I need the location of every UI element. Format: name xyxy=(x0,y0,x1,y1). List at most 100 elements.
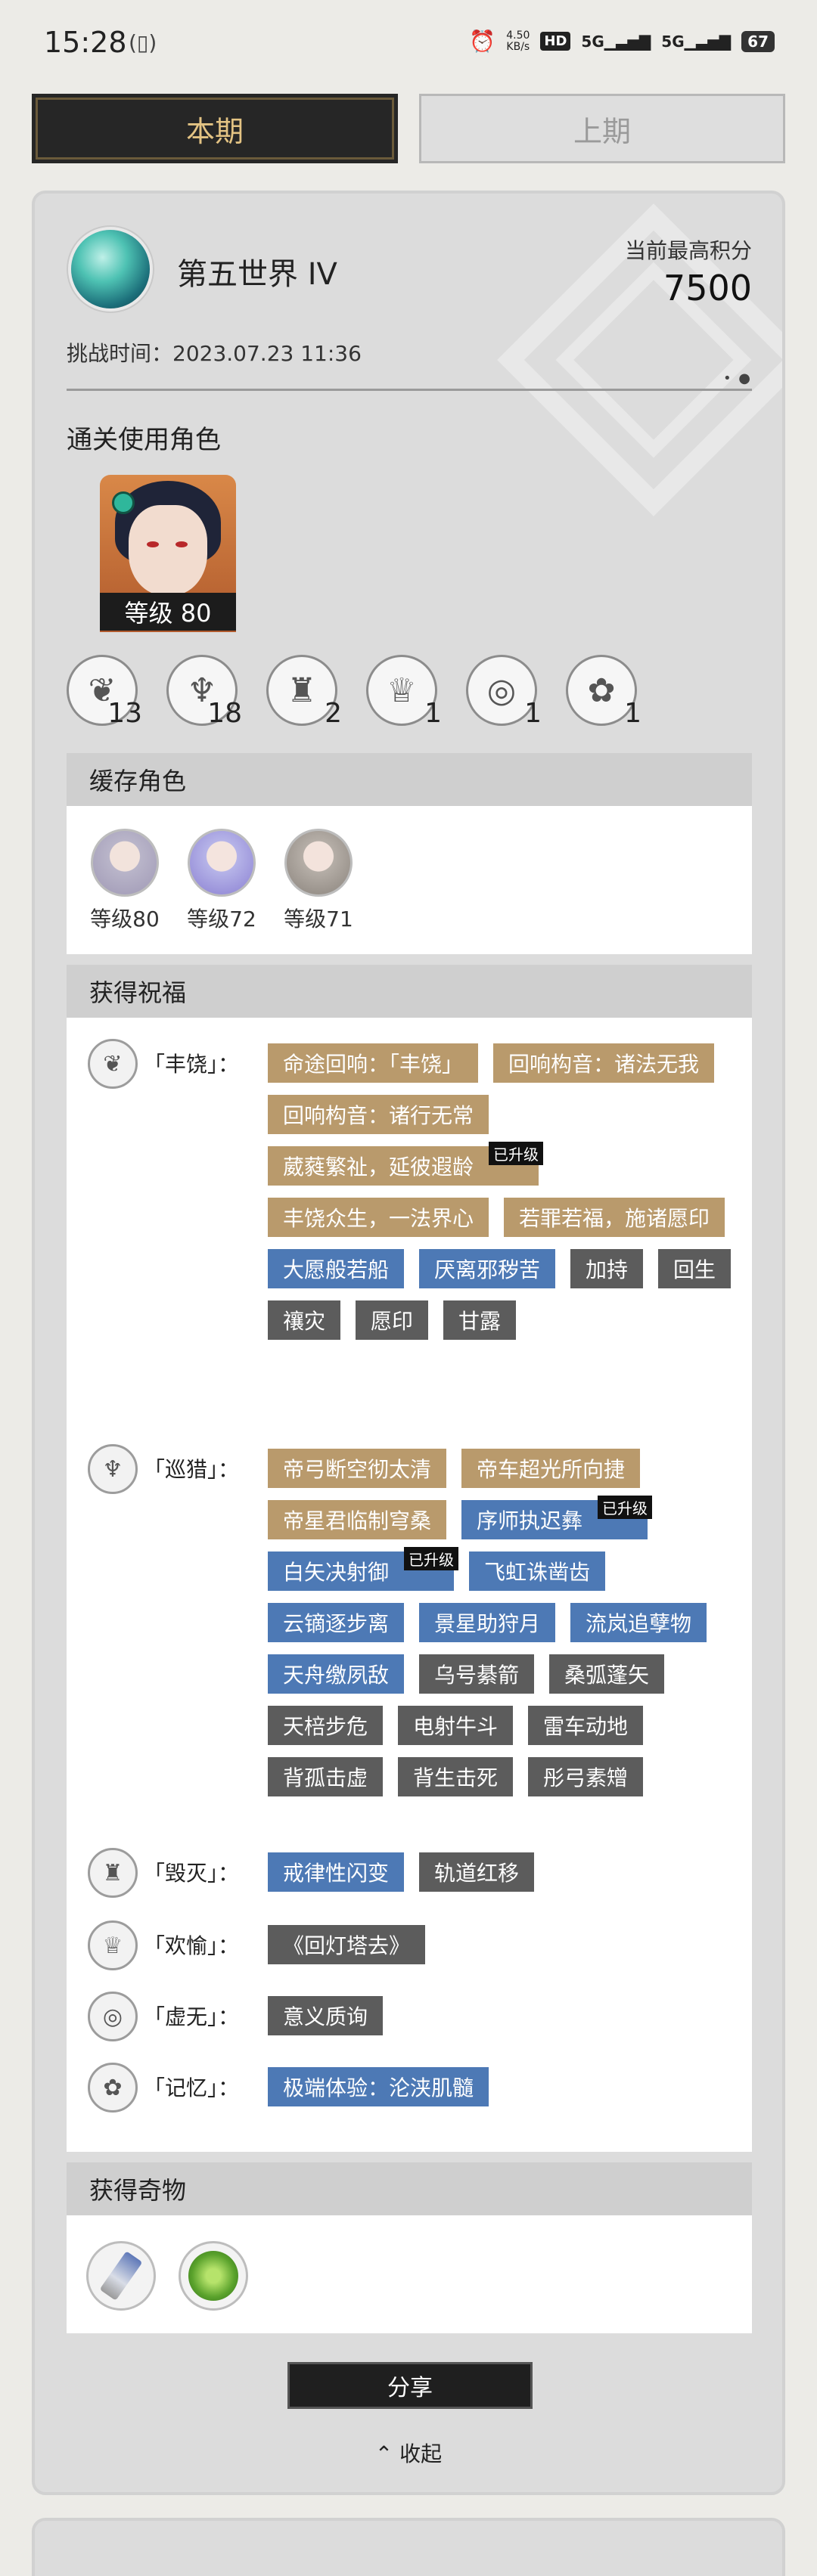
curio-item[interactable] xyxy=(179,2241,248,2311)
portrait-eye xyxy=(176,541,188,547)
blessing-chip[interactable]: 若罪若福，施诸愿印 xyxy=(504,1198,725,1237)
blessing-chip[interactable]: 加持 xyxy=(570,1249,644,1288)
blessing-chip[interactable]: 流岚追孽物 xyxy=(570,1603,707,1642)
cached-level: 等级80 xyxy=(90,907,160,932)
leaf-icon xyxy=(188,2251,238,2301)
blessing-chip-label: 帝弓断空彻太清 xyxy=(283,1457,432,1482)
blessing-chip[interactable]: 回响构音：诸行无常 xyxy=(268,1095,489,1134)
upgraded-badge: 已升级 xyxy=(598,1496,653,1519)
tab-previous-period[interactable]: 上期 xyxy=(419,94,785,163)
chevron-up-icon: ⌃ xyxy=(374,2441,400,2466)
tab-current-period[interactable]: 本期 xyxy=(32,94,398,163)
blessing-chip-label: 葳蕤繁祉，延彼遐龄 xyxy=(283,1155,474,1180)
page-dots: • ● xyxy=(722,370,752,386)
avatar xyxy=(91,829,159,897)
blessing-chip[interactable]: 极端体验：沦浃肌髓 xyxy=(268,2067,489,2106)
score-label: 当前最高积分 xyxy=(624,238,752,263)
blessing-chip-label: 大愿般若船 xyxy=(283,1257,390,1282)
blessing-chip-label: 回响构音：诸法无我 xyxy=(508,1052,700,1077)
record-card: 第五世界 IV 当前最高积分 7500 挑战时间：2023.07.23 11:3… xyxy=(32,191,785,2495)
blessing-chip[interactable]: 厌离邪秽苦 xyxy=(419,1249,556,1288)
blessing-chip[interactable]: 禳灾 xyxy=(268,1300,341,1340)
character-level: 等级 80 xyxy=(100,593,236,631)
path-hunt: ♆ 18 xyxy=(166,655,242,729)
cached-character[interactable]: 等级71 xyxy=(278,829,359,933)
cached-character[interactable]: 等级80 xyxy=(85,829,165,933)
blessing-chip-list: 意义质询 xyxy=(268,1996,737,2035)
blessing-chip-label: 帝车超光所向捷 xyxy=(477,1457,626,1482)
blessing-chip[interactable]: 帝弓断空彻太清 xyxy=(268,1449,447,1488)
blessing-chip[interactable]: 天棓步危 xyxy=(268,1706,384,1745)
path-remembrance: ✿ 1 xyxy=(566,655,641,729)
cached-characters-header: 缓存角色 xyxy=(67,753,752,806)
cached-level: 等级72 xyxy=(187,907,256,932)
path-count: 1 xyxy=(624,698,641,729)
blessing-chip-list: 帝弓断空彻太清 帝车超光所向捷 帝星君临制穹桑 序师执迟彝 已升级 白矢决射御 已升级 飞虹诛… xyxy=(268,1449,737,1796)
blessing-chip[interactable]: 《回灯塔去》 xyxy=(268,1925,426,1964)
blessing-chip-list: 极端体验：沦浃肌髓 xyxy=(268,2067,737,2106)
blessing-chip[interactable]: 背生击死 xyxy=(398,1757,514,1796)
blessing-chip-label: 彤弓素矰 xyxy=(543,1765,629,1790)
blessing-chip[interactable]: 意义质询 xyxy=(268,1996,384,2035)
path-count: 1 xyxy=(424,698,442,729)
blessing-chip[interactable]: 序师执迟彝 已升级 xyxy=(461,1496,653,1539)
blessing-chip[interactable]: 大愿般若船 xyxy=(268,1249,405,1288)
hd-badge: HD xyxy=(540,32,571,51)
blessing-chip[interactable]: 愿印 xyxy=(356,1300,429,1340)
blessing-chip[interactable]: 甘露 xyxy=(443,1300,517,1340)
blessing-chip[interactable]: 飞虹诛凿齿 xyxy=(469,1551,606,1591)
cached-character[interactable]: 等级72 xyxy=(182,829,262,933)
blessing-chip-label: 乌号綦箭 xyxy=(434,1663,520,1688)
blessing-chip-label: 白矢决射御 xyxy=(283,1560,390,1585)
elation-icon: ♕ xyxy=(88,1920,138,1970)
path-nihility: ◎ 1 xyxy=(466,655,542,729)
remembrance-icon: ✿ xyxy=(88,2063,138,2113)
blessing-chip[interactable]: 葳蕤繁祉，延彼遐龄 已升级 xyxy=(268,1142,544,1186)
next-record-card xyxy=(32,2518,785,2576)
blessing-chip[interactable]: 雷车动地 xyxy=(528,1706,644,1745)
curios-header: 获得奇物 xyxy=(67,2162,752,2215)
cached-characters-body: 等级80 等级72 等级71 xyxy=(67,806,752,954)
blessing-chip[interactable]: 彤弓素矰 xyxy=(528,1757,644,1796)
curio-item[interactable] xyxy=(86,2241,156,2311)
blessing-chip[interactable]: 丰饶众生，一法界心 xyxy=(268,1198,489,1237)
blessing-chip[interactable]: 背孤击虚 xyxy=(268,1757,384,1796)
blessing-chip[interactable]: 帝星君临制穹桑 xyxy=(268,1500,447,1539)
blessing-chip[interactable]: 电射牛斗 xyxy=(398,1706,514,1745)
blessing-path-name: 「欢愉」： xyxy=(144,1933,240,1958)
blessing-path-name: 「毁灭」： xyxy=(144,1861,240,1886)
blessing-chip[interactable]: 景星助狩月 xyxy=(419,1603,556,1642)
blessing-chip-label: 戒律性闪变 xyxy=(283,1861,390,1886)
blessing-chip-label: 甘露 xyxy=(458,1309,502,1334)
blessing-path-name: 「丰饶」： xyxy=(144,1052,240,1077)
blessing-chip[interactable]: 戒律性闪变 xyxy=(268,1852,405,1892)
blessing-chip[interactable]: 命途回响：「丰饶」 xyxy=(268,1043,479,1083)
blessing-chip[interactable]: 帝车超光所向捷 xyxy=(461,1449,641,1488)
blessing-chip-label: 《回灯塔去》 xyxy=(283,1933,411,1958)
blessing-chip[interactable]: 云镝逐步离 xyxy=(268,1603,405,1642)
blessing-chip-label: 流岚追孽物 xyxy=(586,1611,692,1636)
avatar xyxy=(284,829,353,897)
collapse-button[interactable]: ⌃ 收起 xyxy=(35,2438,782,2468)
blessing-chip[interactable]: 白矢决射御 已升级 xyxy=(268,1547,459,1591)
signal-bars-icon: ▁▃▅▇ xyxy=(604,32,651,51)
blessing-chip[interactable]: 桑弧蓬矢 xyxy=(549,1654,665,1694)
path-abundance: ❦ 13 xyxy=(67,655,142,729)
blessing-chip-label: 天舟缴夙敌 xyxy=(283,1663,390,1688)
blessing-chip-list: 戒律性闪变 轨道红移 xyxy=(268,1852,737,1892)
blessing-chip[interactable]: 回生 xyxy=(658,1249,732,1288)
blessing-chip[interactable]: 乌号綦箭 xyxy=(419,1654,535,1694)
blessing-chip-label: 桑弧蓬矢 xyxy=(564,1663,650,1688)
path-count: 1 xyxy=(524,698,542,729)
blessing-chip[interactable]: 天舟缴夙敌 xyxy=(268,1654,405,1694)
signal-bars-icon: ▁▃▅▇ xyxy=(684,32,732,51)
path-destruction: ♜ 2 xyxy=(266,655,342,729)
share-button[interactable]: 分享 xyxy=(287,2362,533,2409)
blessing-chip[interactable]: 轨道红移 xyxy=(419,1852,535,1892)
blessing-chip-list: 命途回响：「丰饶」 回响构音：诸法无我 回响构音：诸行无常葳蕤繁祉，延彼遐龄 已升级丰… xyxy=(268,1043,737,1340)
gem-icon xyxy=(112,491,135,514)
blessing-chip[interactable]: 回响构音：诸法无我 xyxy=(493,1043,715,1083)
blessing-chip-label: 加持 xyxy=(586,1257,629,1282)
blessing-chip-label: 极端体验：沦浃肌髓 xyxy=(283,2075,474,2100)
upgraded-badge: 已升级 xyxy=(404,1547,459,1570)
